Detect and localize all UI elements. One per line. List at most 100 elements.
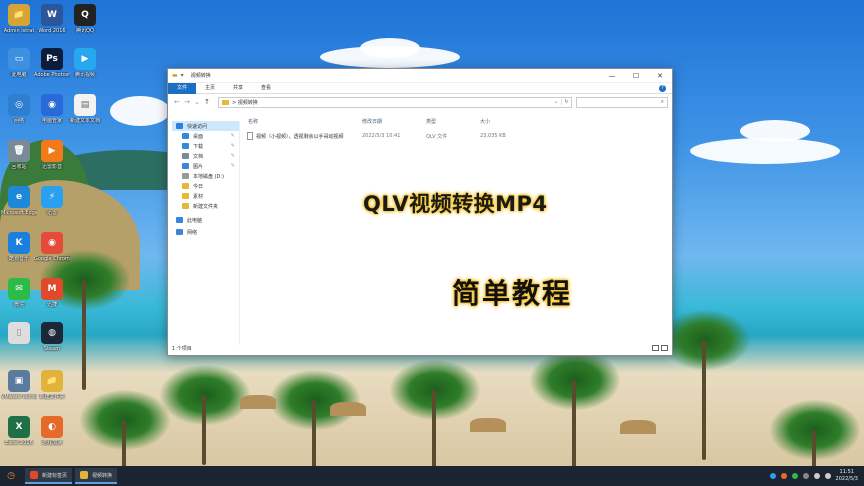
help-icon[interactable]: ? (659, 84, 666, 92)
nav-item-documents[interactable]: 文档 ✎ (172, 151, 239, 161)
desktop-icon-qq[interactable]: Q 腾讯QQ (67, 4, 103, 34)
column-header-size[interactable]: 大小 (480, 118, 540, 125)
status-bar: 1 个项目 (172, 343, 668, 353)
folder-icon (182, 193, 189, 199)
browser-icon (30, 471, 38, 479)
up-button[interactable]: ↑ (202, 98, 212, 106)
nav-item-disk-d[interactable]: 本地磁盘 (D:) (172, 171, 239, 181)
tab-view[interactable]: 查看 (252, 83, 280, 94)
nav-item-materials[interactable]: 素材 (172, 191, 239, 201)
desktop-icon-chrome[interactable]: ◉ Google Chrome (34, 232, 70, 262)
back-button[interactable]: ← (172, 98, 182, 106)
folder-icon: ▬ (172, 72, 178, 79)
file-type: QLV 文件 (426, 133, 448, 140)
desktop-icon-network[interactable]: ◎ 网络 (1, 94, 37, 124)
address-bar[interactable]: > 视频转换 ⌄ ↻ (218, 96, 572, 108)
steam-icon: ◍ (41, 322, 63, 344)
address-dropdown-icon[interactable]: ⌄ (551, 99, 561, 105)
taskbar-button-new-tab[interactable]: 新建标签页 (25, 468, 73, 484)
tab-home[interactable]: 主页 (196, 83, 224, 94)
forward-button[interactable]: → (182, 98, 192, 106)
clock[interactable]: 11:51 2022/5/3 (836, 469, 858, 483)
search-icon: ⌕ (660, 98, 664, 105)
nav-item-pictures[interactable]: 图片 ✎ (172, 161, 239, 171)
tray-app-icon[interactable] (769, 473, 776, 479)
tab-share[interactable]: 共享 (224, 83, 252, 94)
desktop-icon-this-pc[interactable]: ▭ 此电脑 (1, 48, 37, 78)
tray-app-icon[interactable] (780, 473, 787, 479)
desktop-icon-xunjie[interactable]: M 迅捷 (34, 278, 70, 308)
network-icon (176, 229, 183, 235)
desktop-icon-recycle-bin[interactable]: 🗑 回收站 (1, 140, 37, 170)
file-icon: ▯ (8, 322, 30, 344)
desktop-icon-xunlei[interactable]: ⚡ 迅雷 (34, 186, 70, 216)
desktop-icon-pc-manager[interactable]: ◉ 电脑管家 (34, 94, 70, 124)
download-icon (182, 143, 189, 149)
minimize-button[interactable]: — (600, 69, 624, 83)
drive-icon (182, 173, 189, 179)
desktop-icon-text-doc[interactable]: ▤ 新建文本文档 (67, 94, 103, 124)
maximize-button[interactable]: ☐ (624, 69, 648, 83)
large-icons-view-button[interactable] (661, 345, 668, 351)
desktop-icon-game-booster[interactable]: ◐ 游戏加速 (34, 416, 70, 446)
tab-file[interactable]: 文件 (168, 82, 197, 94)
nav-item-today[interactable]: 今日 (172, 181, 239, 191)
start-button[interactable]: ◷ (0, 466, 22, 486)
close-button[interactable]: ✕ (648, 69, 672, 83)
kugou-icon: K (8, 232, 30, 254)
navigation-row: ← → ⌄ ↑ > 视频转换 ⌄ ↻ ⌕ (168, 94, 672, 110)
desktop-icon-xunlei-player[interactable]: ▶ 迅雷影音 (34, 140, 70, 170)
desktop-icon-new-folder[interactable]: 📁 新建文件夹 (34, 370, 70, 400)
nav-item-desktop[interactable]: 桌面 ✎ (172, 131, 239, 141)
desktop-icon-admin[interactable]: 📁 Admin istrat (1, 4, 37, 34)
player-icon: ▶ (41, 140, 63, 162)
network-icon[interactable] (813, 473, 820, 479)
system-tray: 11:51 2022/5/3 (769, 469, 864, 483)
desktop-icon-wechat[interactable]: ✉ 微信 (1, 278, 37, 308)
excel-icon: X (8, 416, 30, 438)
file-size: 23,035 KB (480, 133, 506, 139)
column-headers: 名称 修改日期 类型 大小 (244, 113, 672, 129)
tray-app-icon[interactable] (791, 473, 798, 479)
refresh-button[interactable]: ↻ (561, 99, 571, 105)
lightning-icon: ⚡ (41, 186, 63, 208)
desktop-icon-steam[interactable]: ◍ Steam (34, 322, 70, 352)
desktop-icon-photoshop[interactable]: Ps Adobe Photosh.. (34, 48, 70, 78)
pin-icon: ✎ (230, 133, 235, 139)
recent-locations-button[interactable]: ⌄ (192, 98, 202, 106)
overlay-title: QLV视频转换MP4 (363, 192, 548, 216)
desktop-icon-edge[interactable]: e Microsoft Edge (1, 186, 37, 216)
edge-icon: e (8, 186, 30, 208)
network-icon: ◎ (8, 94, 30, 116)
taskbar-button-explorer[interactable]: 视频转换 (75, 468, 118, 484)
app-icon: M (41, 278, 63, 300)
word-icon: W (41, 4, 63, 26)
column-header-date[interactable]: 修改日期 (362, 118, 426, 125)
nav-item-downloads[interactable]: 下载 ✎ (172, 141, 239, 151)
column-header-type[interactable]: 类型 (426, 118, 480, 125)
column-header-name[interactable]: 名称 (244, 118, 362, 125)
quick-access-toolbar-icon[interactable]: ▾ (181, 72, 184, 79)
volume-icon[interactable] (824, 473, 831, 479)
title-bar[interactable]: ▬ ▾ 视频转换 — ☐ ✕ (168, 69, 672, 83)
details-view-button[interactable] (652, 345, 659, 351)
start-icon: ◷ (7, 471, 15, 481)
folder-icon: 📁 (8, 4, 30, 26)
clock-time: 11:51 (839, 469, 854, 475)
qq-icon: Q (74, 4, 96, 26)
desktop-icon-tencent-video[interactable]: ▶ 腾讯视频 (67, 48, 103, 78)
desktop-icon-blank[interactable]: ▯ (1, 322, 37, 346)
nav-item-this-pc[interactable]: 此电脑 (172, 215, 239, 225)
search-input[interactable]: ⌕ (576, 96, 668, 108)
tray-app-icon[interactable] (802, 473, 809, 479)
play-icon: ▶ (74, 48, 96, 70)
picture-icon (182, 163, 189, 169)
desktop-icon-kugou[interactable]: K 酷狗音乐 (1, 232, 37, 262)
desktop-icon-word[interactable]: W Word 2016 (34, 4, 70, 34)
nav-item-new-folder[interactable]: 新建文件夹 (172, 201, 239, 211)
file-row[interactable]: 视频（小视频），透视剩余以手哥动视频 2022/5/3 10:41 QLV 文件… (244, 129, 672, 143)
nav-item-quick-access[interactable]: 快速访问 (172, 121, 239, 131)
desktop-icon-vmware[interactable]: ▣ VMware Workstation (1, 370, 37, 400)
desktop-icon-excel[interactable]: X Excel 2016 (1, 416, 37, 446)
nav-item-network[interactable]: 网络 (172, 227, 239, 237)
